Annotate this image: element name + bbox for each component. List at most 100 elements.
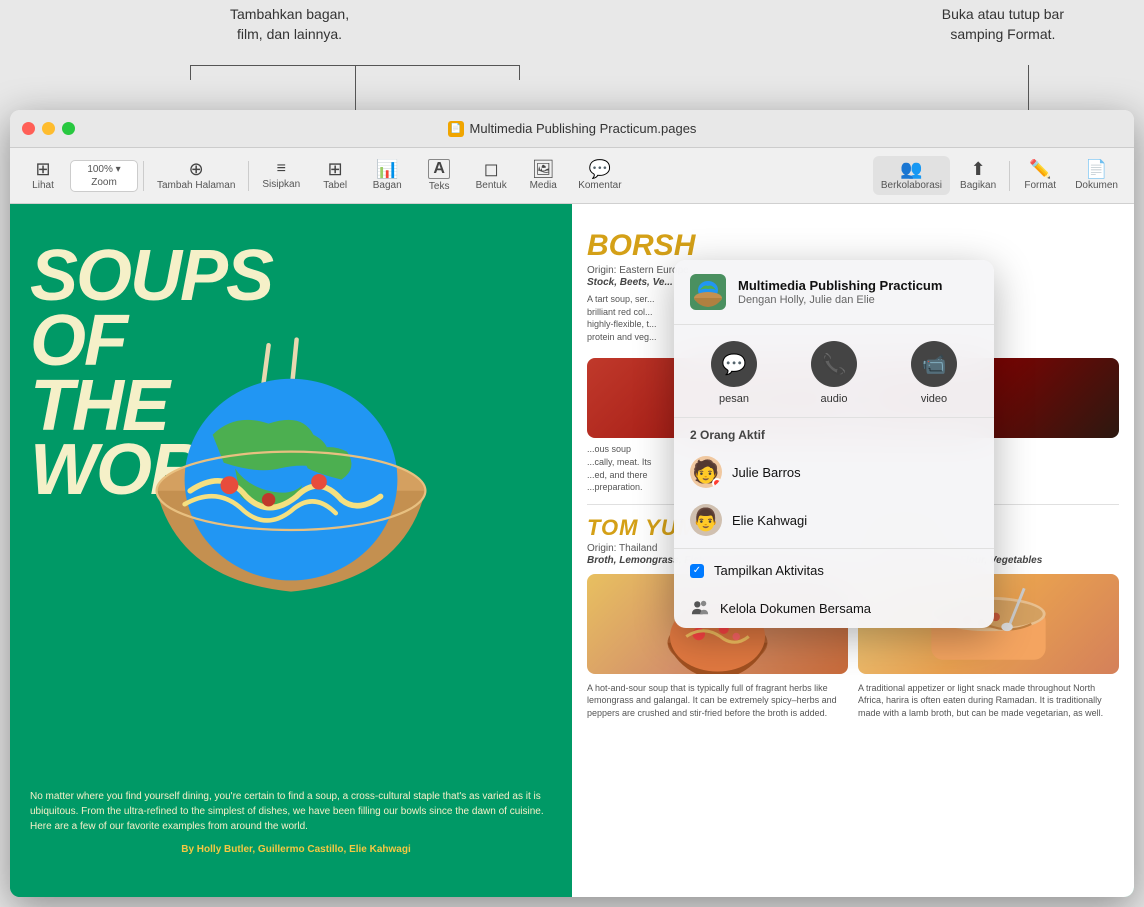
bowl-svg bbox=[50, 334, 532, 614]
toolbar-media[interactable]: 🖼 Media bbox=[518, 156, 568, 195]
author-line: By Holly Butler, Guillermo Castillo, Eli… bbox=[30, 842, 562, 857]
check-icon: ✓ bbox=[690, 564, 704, 578]
toolbar-tabel[interactable]: ⊞ Tabel bbox=[310, 156, 360, 195]
media-icon: 🖼 bbox=[532, 160, 555, 178]
dokumen-icon: 📄 bbox=[1085, 160, 1107, 178]
format-icon: ✏️ bbox=[1029, 160, 1051, 178]
callout-bracket bbox=[190, 65, 520, 80]
callout-right-text: Buka atau tutup barsamping Format. bbox=[942, 6, 1064, 42]
collab-action-pesan[interactable]: 💬 pesan bbox=[711, 341, 757, 405]
lihat-label: Lihat bbox=[32, 180, 54, 191]
collab-divider bbox=[674, 548, 994, 549]
format-label: Format bbox=[1024, 180, 1056, 191]
pages-icon: 📄 bbox=[448, 121, 464, 137]
tambah-halaman-icon: ⊕ bbox=[189, 160, 204, 178]
toolbar: ⊞ Lihat 100% ▾ Zoom ⊕ Tambah Halaman ≡ S… bbox=[10, 148, 1134, 204]
callout-left-text: Tambahkan bagan,film, dan lainnya. bbox=[230, 6, 349, 42]
tom-yum-desc: A hot-and-sour soup that is typically fu… bbox=[587, 682, 848, 720]
collab-pesan-circle: 💬 bbox=[711, 341, 757, 387]
toolbar-zoom[interactable]: 100% ▾ Zoom bbox=[70, 160, 138, 192]
tabel-label: Tabel bbox=[323, 180, 347, 191]
traffic-lights bbox=[22, 122, 75, 135]
toolbar-bentuk[interactable]: ◻ Bentuk bbox=[466, 156, 516, 195]
zoom-value: 100% ▾ bbox=[87, 164, 120, 175]
komentar-label: Komentar bbox=[578, 180, 621, 191]
tabel-icon: ⊞ bbox=[328, 160, 343, 178]
bagikan-icon: ⬆ bbox=[971, 160, 986, 178]
collab-menu-tampilkan-aktivitas[interactable]: ✓ Tampilkan Aktivitas bbox=[674, 553, 994, 588]
people-svg bbox=[691, 599, 709, 617]
julie-online-indicator bbox=[712, 478, 722, 488]
collab-action-video[interactable]: 📹 video bbox=[911, 341, 957, 405]
toolbar-tambah-halaman[interactable]: ⊕ Tambah Halaman bbox=[149, 156, 243, 195]
collab-actions: 💬 pesan 📞 audio 📹 video bbox=[674, 325, 994, 418]
teks-label: Teks bbox=[429, 181, 450, 192]
collab-menu-kelola-dokumen[interactable]: Kelola Dokumen Bersama bbox=[674, 588, 994, 628]
tambah-halaman-label: Tambah Halaman bbox=[157, 180, 235, 191]
collab-header-icon bbox=[690, 274, 726, 310]
elie-avatar: 👨 bbox=[690, 504, 722, 536]
separator-2 bbox=[248, 161, 249, 191]
title-label: Multimedia Publishing Practicum.pages bbox=[470, 121, 697, 136]
toolbar-dokumen[interactable]: 📄 Dokumen bbox=[1067, 156, 1126, 195]
toolbar-sisipkan[interactable]: ≡ Sisipkan bbox=[254, 157, 308, 194]
collaboration-popup: Multimedia Publishing Practicum Dengan H… bbox=[674, 260, 994, 628]
collab-user-elie[interactable]: 👨 Elie Kahwagi bbox=[674, 496, 994, 544]
toolbar-teks[interactable]: A Teks bbox=[414, 155, 464, 196]
media-label: Media bbox=[530, 180, 557, 191]
collab-doc-subtitle: Dengan Holly, Julie dan Elie bbox=[738, 294, 942, 306]
people-icon bbox=[690, 598, 710, 618]
elie-name: Elie Kahwagi bbox=[732, 513, 807, 528]
zoom-label: Zoom bbox=[91, 177, 117, 188]
sisipkan-label: Sisipkan bbox=[262, 179, 300, 190]
komentar-icon: 💬 bbox=[589, 160, 611, 178]
julie-avatar: 🧑 bbox=[690, 456, 722, 488]
toolbar-bagikan[interactable]: ⬆ Bagikan bbox=[952, 156, 1004, 195]
tampilkan-aktivitas-label: Tampilkan Aktivitas bbox=[714, 563, 824, 578]
collab-title-group: Multimedia Publishing Practicum Dengan H… bbox=[738, 278, 942, 306]
kelola-dokumen-label: Kelola Dokumen Bersama bbox=[720, 601, 871, 616]
toolbar-lihat[interactable]: ⊞ Lihat bbox=[18, 156, 68, 195]
main-content: SOUPS OF THE WORLD bbox=[10, 204, 1134, 897]
teks-icon: A bbox=[428, 159, 450, 179]
separator-3 bbox=[1009, 161, 1010, 191]
collab-video-circle: 📹 bbox=[911, 341, 957, 387]
collab-video-label: video bbox=[921, 393, 947, 405]
main-window: 📄 Multimedia Publishing Practicum.pages … bbox=[10, 110, 1134, 897]
body-text-left: No matter where you find yourself dining… bbox=[30, 789, 562, 857]
close-button[interactable] bbox=[22, 122, 35, 135]
collab-doc-icon bbox=[690, 274, 726, 310]
separator-1 bbox=[143, 161, 144, 191]
collab-user-julie[interactable]: 🧑 Julie Barros bbox=[674, 448, 994, 496]
callout-area: Tambahkan bagan,film, dan lainnya. Buka … bbox=[0, 0, 1144, 110]
collab-section-title: 2 Orang Aktif bbox=[674, 418, 994, 448]
maximize-button[interactable] bbox=[62, 122, 75, 135]
collab-audio-circle: 📞 bbox=[811, 341, 857, 387]
toolbar-bagan[interactable]: 📊 Bagan bbox=[362, 156, 412, 195]
dokumen-label: Dokumen bbox=[1075, 180, 1118, 191]
collab-audio-label: audio bbox=[821, 393, 848, 405]
bentuk-icon: ◻ bbox=[484, 160, 499, 178]
bentuk-label: Bentuk bbox=[476, 180, 507, 191]
sisipkan-icon: ≡ bbox=[277, 161, 286, 177]
titlebar: 📄 Multimedia Publishing Practicum.pages bbox=[10, 110, 1134, 148]
toolbar-berkolaborasi[interactable]: 👥 Berkolaborasi bbox=[873, 156, 950, 195]
collab-action-audio[interactable]: 📞 audio bbox=[811, 341, 857, 405]
callout-line-right bbox=[1028, 65, 1029, 110]
bagikan-label: Bagikan bbox=[960, 180, 996, 191]
bagan-icon: 📊 bbox=[376, 160, 398, 178]
toolbar-komentar[interactable]: 💬 Komentar bbox=[570, 156, 629, 195]
berkolaborasi-label: Berkolaborasi bbox=[881, 180, 942, 191]
window-title: 📄 Multimedia Publishing Practicum.pages bbox=[448, 121, 697, 137]
toolbar-format[interactable]: ✏️ Format bbox=[1015, 156, 1065, 195]
title-soups: SOUPS bbox=[30, 244, 552, 309]
collab-header: Multimedia Publishing Practicum Dengan H… bbox=[674, 260, 994, 325]
berkolaborasi-icon: 👥 bbox=[900, 160, 922, 178]
soup-illustration bbox=[50, 334, 532, 614]
callout-right: Buka atau tutup barsamping Format. bbox=[942, 5, 1064, 44]
minimize-button[interactable] bbox=[42, 122, 55, 135]
callout-left: Tambahkan bagan,film, dan lainnya. bbox=[230, 5, 349, 44]
doc-left: SOUPS OF THE WORLD bbox=[10, 204, 572, 897]
lihat-icon: ⊞ bbox=[35, 160, 50, 178]
julie-name: Julie Barros bbox=[732, 465, 801, 480]
